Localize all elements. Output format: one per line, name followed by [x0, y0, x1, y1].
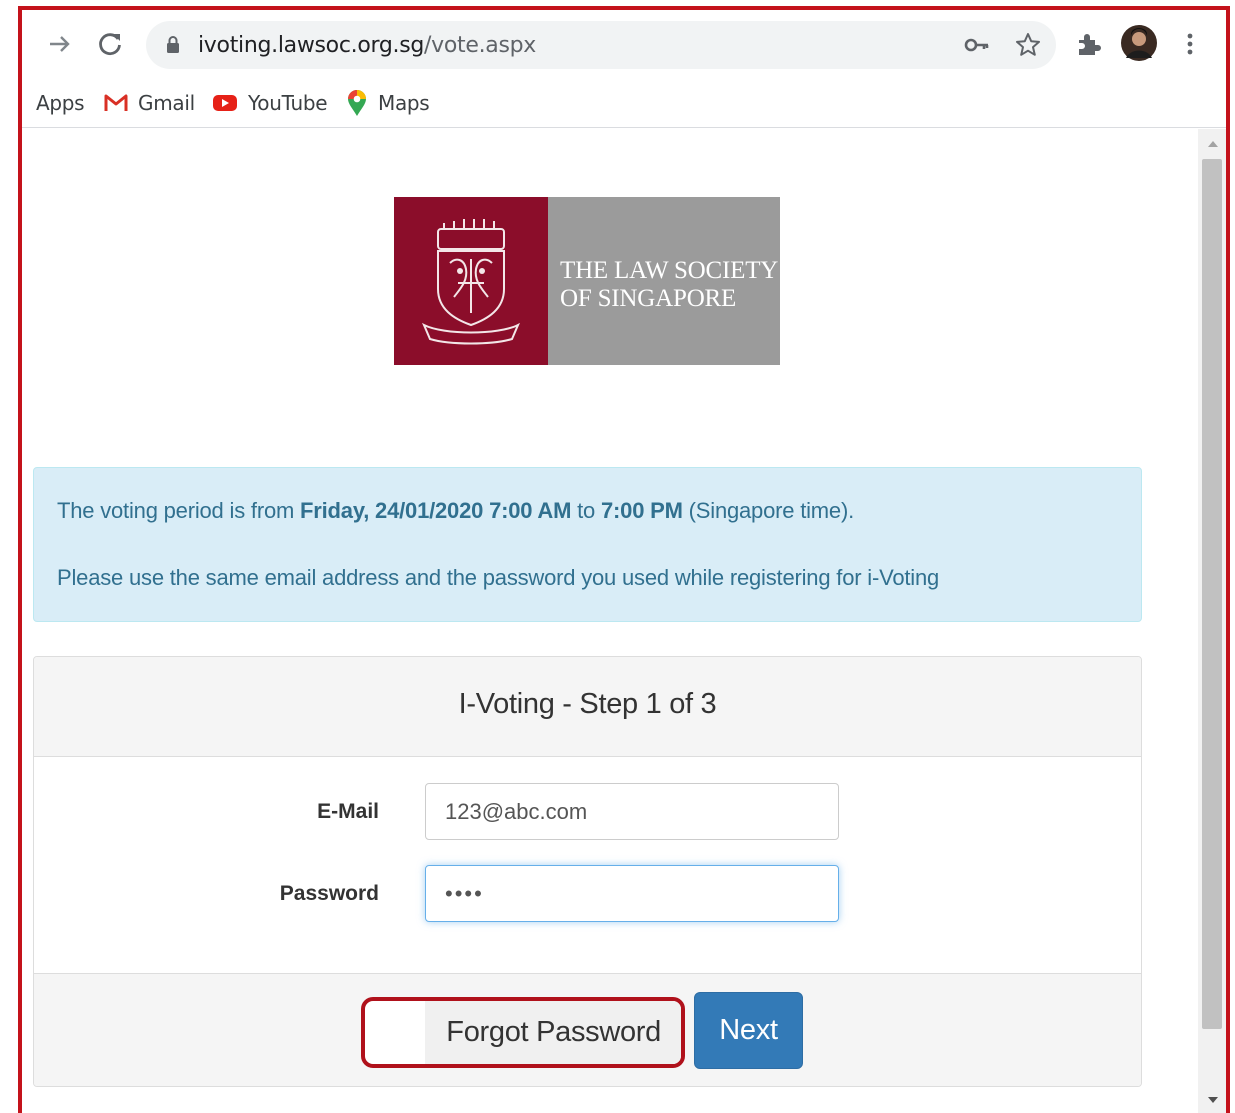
password-field[interactable]	[425, 865, 839, 922]
bookmark-maps[interactable]: Maps	[346, 88, 430, 118]
extensions-icon[interactable]	[1072, 28, 1104, 60]
panel-footer: Forgot Password Next	[34, 973, 1141, 1086]
bookmark-apps[interactable]: Apps	[36, 88, 85, 118]
url-text: ivoting.lawsoc.org.sg/vote.aspx	[198, 33, 537, 58]
youtube-icon	[213, 95, 237, 111]
profile-avatar[interactable]	[1120, 24, 1158, 62]
bookmark-youtube[interactable]: YouTube	[212, 88, 328, 118]
page-viewport: THE LAW SOCIETY OF SINGAPORE The voting …	[22, 129, 1198, 1113]
panel-title: I-Voting - Step 1 of 3	[458, 688, 717, 720]
login-panel: I-Voting - Step 1 of 3 E-Mail Password F…	[33, 656, 1142, 1087]
email-label: E-Mail	[317, 800, 379, 823]
bookmark-label: Gmail	[138, 91, 195, 115]
logo-wordmark: THE LAW SOCIETY OF SINGAPORE	[548, 197, 780, 365]
scroll-thumb[interactable]	[1202, 159, 1222, 1029]
logo-line-1: THE LAW SOCIETY	[560, 257, 779, 284]
bookmark-gmail[interactable]: Gmail	[104, 88, 195, 118]
forward-icon[interactable]	[44, 28, 76, 60]
email-field[interactable]	[425, 783, 839, 840]
browser-window: ivoting.lawsoc.org.sg/vote.aspx Apps Gma…	[18, 6, 1230, 1113]
instruction-text: Please use the same email address and th…	[57, 565, 940, 590]
law-society-logo: THE LAW SOCIETY OF SINGAPORE	[394, 197, 780, 365]
forgot-password-button[interactable]: Forgot Password	[361, 997, 685, 1068]
star-icon[interactable]	[1012, 29, 1044, 61]
gmail-icon	[104, 94, 128, 111]
voting-period-text: The voting period is from Friday, 24/01/…	[57, 498, 855, 523]
browser-toolbar: ivoting.lawsoc.org.sg/vote.aspx	[22, 10, 1226, 80]
panel-header: I-Voting - Step 1 of 3	[34, 657, 1141, 757]
bookmark-label: Apps	[36, 91, 85, 115]
bookmark-label: Maps	[378, 91, 430, 115]
next-button[interactable]: Next	[694, 992, 803, 1069]
bookmark-label: YouTube	[248, 91, 328, 115]
password-key-icon[interactable]	[962, 29, 994, 61]
menu-kebab-icon[interactable]	[1174, 28, 1206, 60]
vertical-scrollbar[interactable]	[1198, 129, 1226, 1113]
reload-icon[interactable]	[94, 28, 126, 60]
logo-line-2: OF SINGAPORE	[560, 285, 737, 312]
password-label: Password	[279, 882, 379, 905]
voting-period-alert: The voting period is from Friday, 24/01/…	[33, 467, 1142, 622]
forgot-password-label: Forgot Password	[446, 1016, 661, 1048]
bookmarks-bar: Apps Gmail YouTube Maps	[22, 80, 1226, 128]
crest-icon	[394, 197, 548, 365]
address-bar[interactable]: ivoting.lawsoc.org.sg/vote.aspx	[146, 21, 1056, 69]
lock-icon	[167, 36, 179, 53]
scroll-down-arrow-icon[interactable]	[1208, 1097, 1218, 1103]
scroll-up-arrow-icon[interactable]	[1208, 141, 1218, 147]
maps-icon	[348, 90, 366, 116]
